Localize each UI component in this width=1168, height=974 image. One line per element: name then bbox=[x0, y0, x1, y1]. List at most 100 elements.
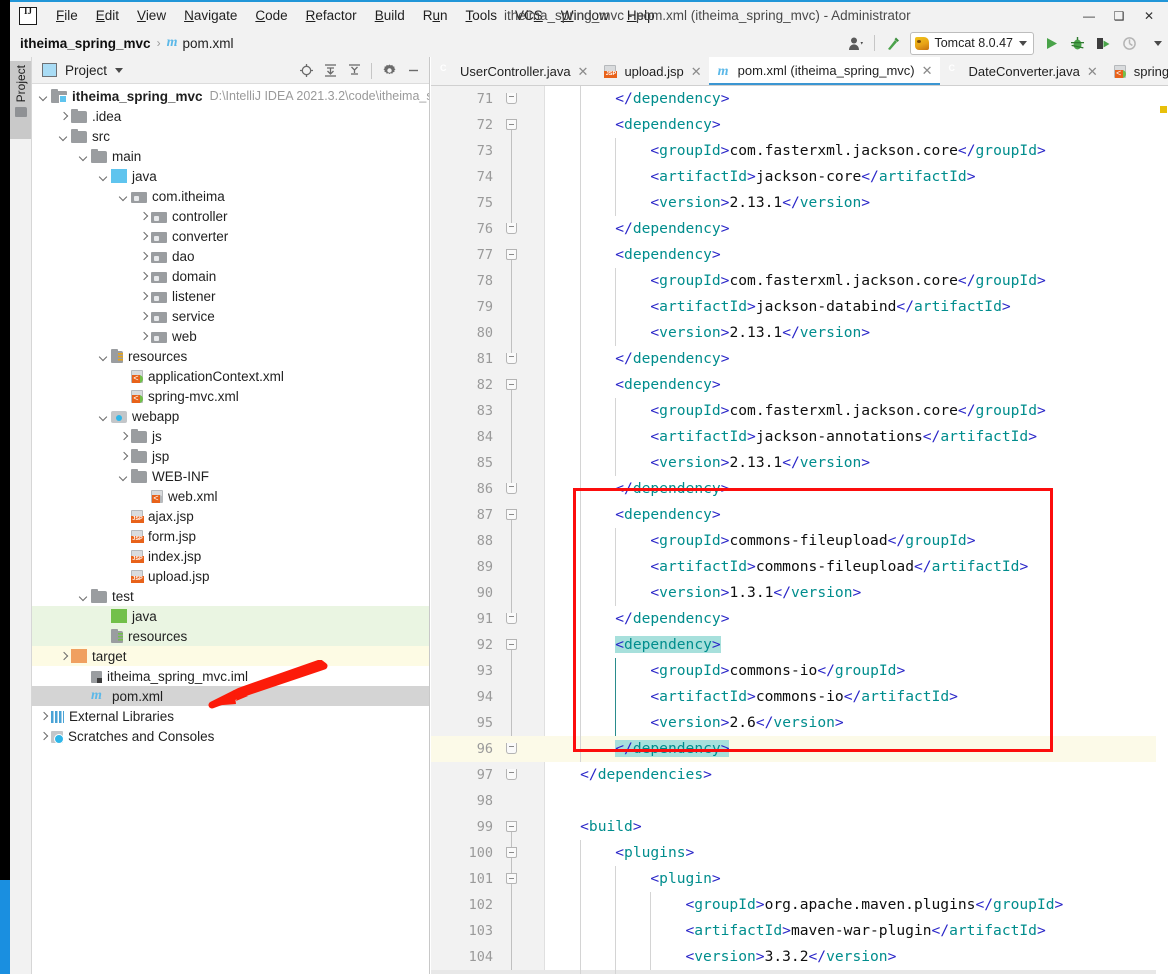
code-line-row[interactable] bbox=[431, 216, 1168, 242]
code-line-row[interactable] bbox=[431, 346, 1168, 372]
menu-item-run[interactable]: Run bbox=[414, 6, 457, 25]
tree-node-main[interactable]: main bbox=[32, 146, 429, 166]
menu-item-refactor[interactable]: Refactor bbox=[297, 6, 366, 25]
editor-tab-usercontroller-java[interactable]: UserController.java ✕ bbox=[431, 57, 595, 85]
code-line-row[interactable] bbox=[431, 762, 1168, 788]
tree-node-converter[interactable]: converter bbox=[32, 226, 429, 246]
locate-icon[interactable] bbox=[294, 59, 318, 83]
run-icon[interactable] bbox=[1038, 31, 1064, 55]
code-fold-end-marker[interactable] bbox=[506, 483, 517, 494]
chevron-right-icon[interactable] bbox=[138, 271, 149, 282]
tree-node-itheima-spring-mvc[interactable]: itheima_spring_mvc D:\IntelliJ IDEA 2021.… bbox=[32, 86, 429, 106]
chevron-right-icon[interactable] bbox=[118, 451, 129, 462]
chevron-down-icon[interactable] bbox=[115, 67, 124, 73]
code-fold-end-marker[interactable] bbox=[506, 613, 517, 624]
chevron-down-icon[interactable] bbox=[98, 171, 109, 182]
chevron-down-icon[interactable] bbox=[78, 591, 89, 602]
tool-window-button-project[interactable]: Project bbox=[10, 61, 31, 139]
chevron-right-icon[interactable] bbox=[138, 311, 149, 322]
debug-icon[interactable] bbox=[1064, 31, 1090, 55]
tree-node-ajax-jsp[interactable]: ajax.jsp bbox=[32, 506, 429, 526]
editor-tab-upload-jsp[interactable]: upload.jsp ✕ bbox=[595, 57, 708, 85]
tree-node-java[interactable]: java bbox=[32, 166, 429, 186]
tree-node-index-jsp[interactable]: index.jsp bbox=[32, 546, 429, 566]
menu-item-code[interactable]: Code bbox=[246, 6, 296, 25]
chevron-down-icon[interactable] bbox=[98, 411, 109, 422]
code-fold-end-marker[interactable] bbox=[506, 769, 517, 780]
code-line-row[interactable] bbox=[431, 86, 1168, 112]
tree-node-web-inf[interactable]: WEB-INF bbox=[32, 466, 429, 486]
code-fold-marker[interactable] bbox=[506, 873, 517, 884]
editor-scrollbar[interactable] bbox=[1156, 86, 1168, 974]
code-line-row[interactable] bbox=[431, 866, 1168, 892]
build-icon[interactable] bbox=[880, 31, 906, 55]
code-line-row[interactable] bbox=[431, 736, 1168, 762]
tree-node-controller[interactable]: controller bbox=[32, 206, 429, 226]
tree-node-webapp[interactable]: webapp bbox=[32, 406, 429, 426]
run-with-coverage-icon[interactable] bbox=[1090, 31, 1116, 55]
tree-node-web[interactable]: web bbox=[32, 326, 429, 346]
tree-node-src[interactable]: src bbox=[32, 126, 429, 146]
code-line-row[interactable] bbox=[431, 840, 1168, 866]
chevron-right-icon[interactable] bbox=[38, 711, 49, 722]
code-line-row[interactable] bbox=[431, 632, 1168, 658]
chevron-right-icon[interactable] bbox=[58, 651, 69, 662]
close-icon[interactable]: ✕ bbox=[578, 65, 589, 78]
tree-node-java[interactable]: java bbox=[32, 606, 429, 626]
chevron-right-icon[interactable] bbox=[138, 331, 149, 342]
code-fold-end-marker[interactable] bbox=[506, 93, 517, 104]
user-icon[interactable] bbox=[843, 31, 869, 55]
tree-node-external-libraries[interactable]: External Libraries bbox=[32, 706, 429, 726]
tree-node-service[interactable]: service bbox=[32, 306, 429, 326]
settings-gear-icon[interactable] bbox=[377, 59, 401, 83]
tree-node-com-itheima[interactable]: com.itheima bbox=[32, 186, 429, 206]
chevron-down-icon[interactable] bbox=[98, 351, 109, 362]
tree-node-dao[interactable]: dao bbox=[32, 246, 429, 266]
code-fold-marker[interactable] bbox=[506, 639, 517, 650]
code-line-row[interactable] bbox=[431, 970, 1168, 974]
tree-node-scratches-and-consoles[interactable]: Scratches and Consoles bbox=[32, 726, 429, 746]
tree-node-jsp[interactable]: jsp bbox=[32, 446, 429, 466]
tree-node-target[interactable]: target bbox=[32, 646, 429, 666]
tree-node-web-xml[interactable]: web.xml bbox=[32, 486, 429, 506]
warning-marker[interactable] bbox=[1160, 106, 1167, 113]
tree-node-form-jsp[interactable]: form.jsp bbox=[32, 526, 429, 546]
code-line-row[interactable] bbox=[431, 502, 1168, 528]
tree-node-resources[interactable]: resources bbox=[32, 346, 429, 366]
expand-all-icon[interactable] bbox=[318, 59, 342, 83]
close-icon[interactable]: ✕ bbox=[691, 65, 702, 78]
close-button[interactable]: ✕ bbox=[1134, 2, 1164, 29]
chevron-down-icon[interactable] bbox=[118, 471, 129, 482]
run-configuration-selector[interactable]: Tomcat 8.0.47 bbox=[910, 31, 1034, 55]
code-fold-marker[interactable] bbox=[506, 847, 517, 858]
code-fold-marker[interactable] bbox=[506, 119, 517, 130]
code-fold-marker[interactable] bbox=[506, 249, 517, 260]
tree-node-domain[interactable]: domain bbox=[32, 266, 429, 286]
code-fold-marker[interactable] bbox=[506, 379, 517, 390]
code-line-row[interactable] bbox=[431, 112, 1168, 138]
chevron-down-icon[interactable] bbox=[78, 151, 89, 162]
tree-node-pom-xml[interactable]: m pom.xml bbox=[32, 686, 429, 706]
chevron-right-icon[interactable] bbox=[138, 251, 149, 262]
chevron-down-icon[interactable] bbox=[58, 131, 69, 142]
collapse-all-icon[interactable] bbox=[342, 59, 366, 83]
menu-item-edit[interactable]: Edit bbox=[87, 6, 128, 25]
more-options-chevron-icon[interactable] bbox=[1142, 31, 1168, 55]
minimize-button[interactable]: — bbox=[1074, 2, 1104, 29]
tree-node-applicationcontext-xml[interactable]: applicationContext.xml bbox=[32, 366, 429, 386]
tree-node-test[interactable]: test bbox=[32, 586, 429, 606]
code-line-row[interactable] bbox=[431, 372, 1168, 398]
menu-item-build[interactable]: Build bbox=[366, 6, 414, 25]
close-icon[interactable]: ✕ bbox=[1087, 65, 1098, 78]
tree-node-resources[interactable]: resources bbox=[32, 626, 429, 646]
code-line-row[interactable] bbox=[431, 476, 1168, 502]
code-line-row[interactable] bbox=[431, 814, 1168, 840]
profiler-icon[interactable] bbox=[1116, 31, 1142, 55]
tree-node-upload-jsp[interactable]: upload.jsp bbox=[32, 566, 429, 586]
menu-item-tools[interactable]: Tools bbox=[457, 6, 507, 25]
editor-tab-pom-xml-itheima-spring-mvc[interactable]: m pom.xml (itheima_spring_mvc) ✕ bbox=[708, 57, 940, 85]
code-fold-end-marker[interactable] bbox=[506, 353, 517, 364]
chevron-right-icon[interactable] bbox=[58, 111, 69, 122]
editor-tab-dateconverter-java[interactable]: DateConverter.java ✕ bbox=[940, 57, 1105, 85]
hide-panel-icon[interactable] bbox=[401, 59, 425, 83]
